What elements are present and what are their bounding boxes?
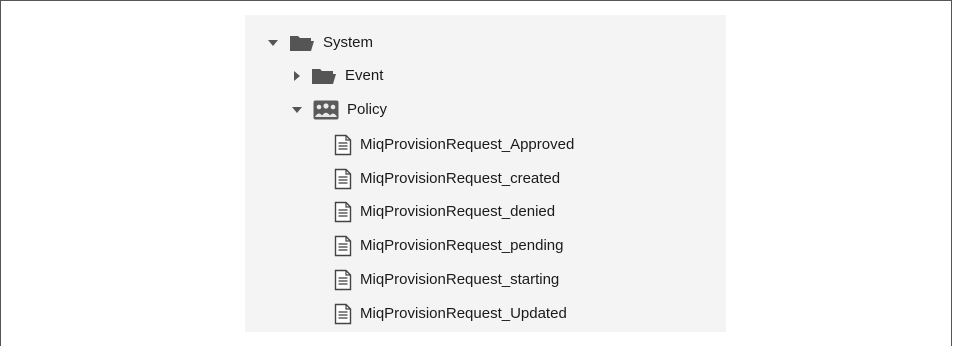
expand-caret-down-icon[interactable] [268,40,278,46]
window-frame: System Event Policy MiqProvisionRequest_… [0,0,952,346]
tree-panel: System Event Policy MiqProvisionRequest_… [245,15,726,332]
tree-leaf-item[interactable]: MiqProvisionRequest_denied [334,197,555,227]
tree-node-event[interactable]: Event [292,61,383,91]
tree-node-system[interactable]: System [268,28,373,58]
document-icon [334,303,352,325]
tree-node-policy[interactable]: Policy [292,95,387,125]
document-icon [334,134,352,156]
tree-leaf-item[interactable]: MiqProvisionRequest_Approved [334,130,574,160]
policy-group-icon [313,100,339,120]
tree-leaf-item[interactable]: MiqProvisionRequest_starting [334,265,559,295]
tree-node-label: Policy [347,101,388,118]
tree-leaf-label: MiqProvisionRequest_Approved [360,136,575,153]
tree-node-label: Event [345,67,384,84]
folder-open-icon [311,67,337,85]
tree-leaf-label: MiqProvisionRequest_Updated [360,305,567,322]
tree-leaf-label: MiqProvisionRequest_pending [360,237,564,254]
tree-node-label: System [323,34,374,51]
expand-caret-down-icon[interactable] [292,107,302,113]
tree-leaf-label: MiqProvisionRequest_denied [360,203,556,220]
tree-leaf-label: MiqProvisionRequest_starting [360,271,560,288]
tree-leaf-label: MiqProvisionRequest_created [360,170,561,187]
document-icon [334,168,352,190]
document-icon [334,201,352,223]
document-icon [334,235,352,257]
tree-leaf-item[interactable]: MiqProvisionRequest_pending [334,231,563,261]
expand-caret-right-icon[interactable] [294,71,300,81]
tree-leaf-item[interactable]: MiqProvisionRequest_created [334,164,560,194]
tree-leaf-item[interactable]: MiqProvisionRequest_Updated [334,299,567,329]
document-icon [334,269,352,291]
folder-open-icon [289,34,315,52]
